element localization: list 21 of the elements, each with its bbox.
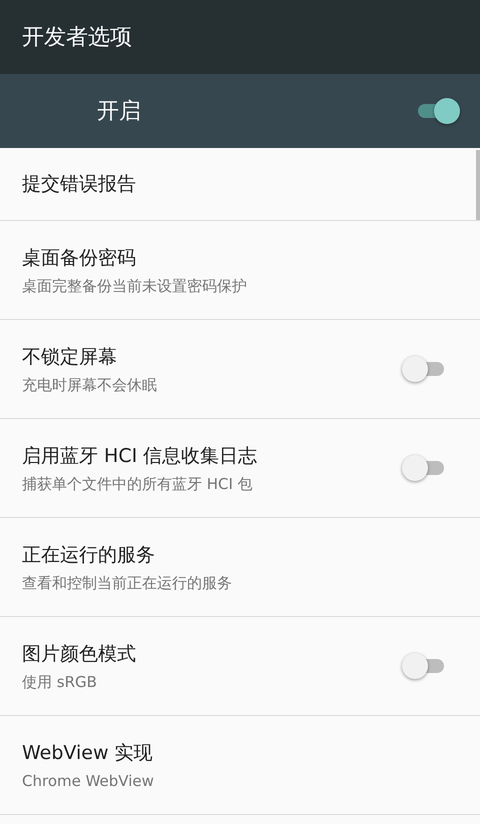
page-title: 开发者选项 [22,24,132,52]
setting-summary: 查看和控制当前正在运行的服务 [22,574,232,592]
setting-title: WebView 实现 [22,741,154,766]
setting-summary: 桌面完整备份当前未设置密码保护 [22,276,247,296]
setting-row[interactable]: WebView 实现 Chrome WebView [0,716,480,815]
setting-row[interactable]: 启用蓝牙 HCI 信息收集日志 捕获单个文件中的所有蓝牙 HCI 包 [0,419,480,518]
switch-label: 开启 [97,98,141,126]
setting-row[interactable]: 不锁定屏幕 充电时屏幕不会休眠 [0,320,480,419]
setting-title: 不锁定屏幕 [22,344,118,370]
setting-summary: 捕获单个文件中的所有蓝牙 HCI 包 [22,474,254,494]
setting-title: 正在运行的服务 [22,542,156,568]
setting-title: 桌面备份密码 [22,246,137,270]
setting-row[interactable]: 正在运行的服务 查看和控制当前正在运行的服务 [0,518,480,617]
setting-row[interactable]: 图片颜色模式 使用 sRGB [0,617,480,716]
setting-summary: 使用 sRGB [22,672,98,692]
setting-row[interactable]: 桌面备份密码 桌面完整备份当前未设置密码保护 [0,221,480,320]
setting-summary: Chrome WebView [22,772,154,790]
setting-title: 图片颜色模式 [22,642,136,666]
setting-title: 提交错误报告 [22,172,136,197]
setting-title: 启用蓝牙 HCI 信息收集日志 [22,444,258,468]
setting-summary: 充电时屏幕不会休眠 [22,376,157,394]
